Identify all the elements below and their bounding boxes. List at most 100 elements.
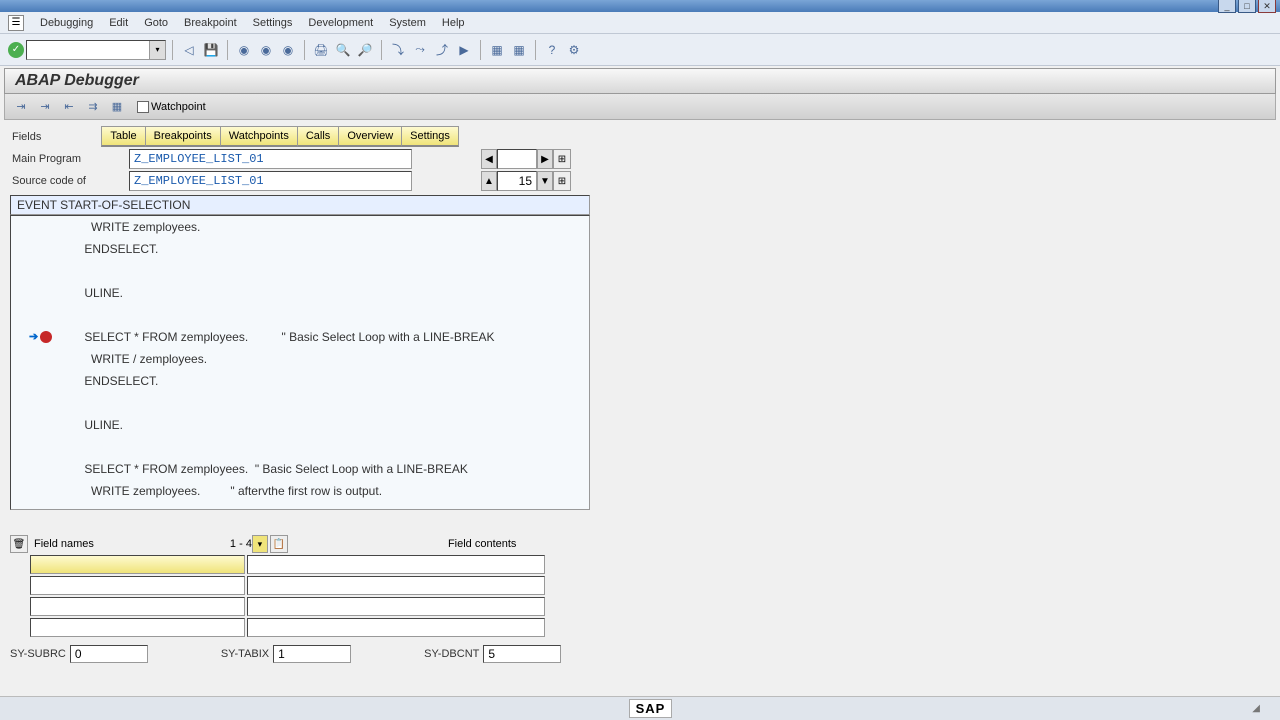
code-line[interactable]: [11, 304, 589, 326]
settings-icon[interactable]: ⚙: [564, 40, 584, 60]
sy-dbcnt-field[interactable]: [483, 645, 561, 663]
help-icon[interactable]: ?: [542, 40, 562, 60]
tab-table[interactable]: Table: [101, 126, 145, 147]
sy-tabix-label: SY-TABIX: [221, 648, 269, 660]
field-name-input[interactable]: [30, 576, 245, 595]
field-table: [30, 555, 1270, 639]
code-text: SELECT * FROM zemployees. " Basic Select…: [71, 458, 468, 480]
field-content-input[interactable]: [247, 555, 545, 574]
combo-arrow-icon[interactable]: ▾: [149, 41, 165, 59]
code-line[interactable]: SELECT * FROM zemployees. " Basic Select…: [11, 458, 589, 480]
menu-goto[interactable]: Goto: [136, 15, 176, 31]
tab-settings[interactable]: Settings: [402, 126, 459, 147]
code-line[interactable]: ULINE.: [11, 414, 589, 436]
field-content-input[interactable]: [247, 618, 545, 637]
menu-breakpoint[interactable]: Breakpoint: [176, 15, 245, 31]
step-return-icon[interactable]: ⇤: [59, 97, 79, 117]
step-execute-icon[interactable]: ⇥: [35, 97, 55, 117]
continue-icon[interactable]: ▶: [454, 40, 474, 60]
main-program-label: Main Program: [10, 153, 125, 165]
find-icon[interactable]: 🔍: [333, 40, 353, 60]
field-name-input[interactable]: [30, 555, 245, 574]
line-up-icon[interactable]: ▲: [481, 171, 497, 191]
nav-expand-icon[interactable]: ⊞: [553, 149, 571, 169]
code-line[interactable]: [11, 392, 589, 414]
print-icon[interactable]: 🖨: [311, 40, 331, 60]
step-out-icon[interactable]: ⤴: [432, 40, 452, 60]
nav-exit-icon[interactable]: ◉: [256, 40, 276, 60]
code-text: WRITE / zemployees.: [71, 348, 207, 370]
close-button[interactable]: ✕: [1258, 0, 1276, 13]
line-down-icon[interactable]: ▼: [537, 171, 553, 191]
find-next-icon[interactable]: 🔎: [355, 40, 375, 60]
command-combo[interactable]: ▾: [26, 40, 166, 60]
back-icon[interactable]: ◁: [179, 40, 199, 60]
nav-cancel-icon[interactable]: ◉: [278, 40, 298, 60]
main-program-field[interactable]: [129, 149, 412, 169]
menu-edit[interactable]: Edit: [101, 15, 136, 31]
code-area[interactable]: WRITE zemployees. ENDSELECT. ULINE. ➔ SEL…: [10, 215, 590, 510]
tab-watchpoints[interactable]: Watchpoints: [221, 126, 298, 147]
minimize-button[interactable]: _: [1218, 0, 1236, 13]
sy-subrc-label: SY-SUBRC: [10, 648, 66, 660]
code-line[interactable]: [11, 436, 589, 458]
code-line[interactable]: WRITE / zemployees.: [11, 348, 589, 370]
step-continue-icon[interactable]: ⇉: [83, 97, 103, 117]
titlebar: _ □ ✕: [0, 0, 1280, 12]
watchpoint-icon: [137, 101, 149, 113]
code-text: ULINE.: [71, 414, 123, 436]
line-field[interactable]: [497, 171, 537, 191]
menu-system[interactable]: System: [381, 15, 434, 31]
field-content-input[interactable]: [247, 576, 545, 595]
resize-corner-icon: ◢: [1252, 703, 1260, 714]
code-line[interactable]: [11, 260, 589, 282]
shortcut-icon[interactable]: ▦: [509, 40, 529, 60]
clipboard-icon[interactable]: 📋: [270, 535, 288, 553]
nav-next-icon[interactable]: ▶: [537, 149, 553, 169]
field-name-input[interactable]: [30, 597, 245, 616]
tabs-row: Fields Table Breakpoints Watchpoints Cal…: [10, 126, 1270, 147]
menu-development[interactable]: Development: [300, 15, 381, 31]
source-of-field[interactable]: [129, 171, 412, 191]
menubar: ☰ Debugging Edit Goto Breakpoint Setting…: [0, 12, 1280, 34]
line-config-icon[interactable]: ⊞: [553, 171, 571, 191]
delete-icon[interactable]: 🗑: [10, 535, 28, 553]
layout-icon[interactable]: ▦: [487, 40, 507, 60]
menu-system-icon[interactable]: ☰: [8, 15, 24, 31]
field-row: [30, 597, 1270, 618]
save-icon[interactable]: 💾: [201, 40, 221, 60]
table-icon[interactable]: ▦: [107, 97, 127, 117]
code-line[interactable]: WRITE zemployees.: [11, 216, 589, 238]
tab-calls[interactable]: Calls: [298, 126, 339, 147]
watchpoint-button[interactable]: Watchpoint: [131, 101, 212, 113]
code-line[interactable]: WRITE zemployees. " aftervthe first row …: [11, 480, 589, 502]
code-line[interactable]: ENDSELECT.: [11, 370, 589, 392]
sy-subrc-field[interactable]: [70, 645, 148, 663]
step-into-icon[interactable]: ⤵: [388, 40, 408, 60]
menu-help[interactable]: Help: [434, 15, 473, 31]
step-single-icon[interactable]: ⇥: [11, 97, 31, 117]
maximize-button[interactable]: □: [1238, 0, 1256, 13]
step-over-icon[interactable]: ⤳: [410, 40, 430, 60]
tab-overview[interactable]: Overview: [339, 126, 402, 147]
menu-settings[interactable]: Settings: [245, 15, 301, 31]
nav-prev-icon[interactable]: ◀: [481, 149, 497, 169]
tab-breakpoints[interactable]: Breakpoints: [146, 126, 221, 147]
field-name-input[interactable]: [30, 618, 245, 637]
sy-tabix-field[interactable]: [273, 645, 351, 663]
sub-toolbar: ⇥ ⇥ ⇤ ⇉ ▦ Watchpoint: [4, 94, 1276, 120]
code-text: WRITE zemployees. " aftervthe first row …: [71, 480, 382, 502]
event-header: EVENT START-OF-SELECTION: [10, 195, 590, 215]
field-content-input[interactable]: [247, 597, 545, 616]
code-line[interactable]: ULINE.: [11, 282, 589, 304]
menu-debugging[interactable]: Debugging: [32, 15, 101, 31]
watchpoint-label: Watchpoint: [151, 101, 206, 113]
code-line[interactable]: ➔ SELECT * FROM zemployees. " Basic Sele…: [11, 326, 589, 348]
nav-field[interactable]: [497, 149, 537, 169]
enter-icon[interactable]: ✓: [8, 42, 24, 58]
range-dropdown-icon[interactable]: ▾: [252, 535, 268, 553]
nav-back-icon[interactable]: ◉: [234, 40, 254, 60]
breakpoint-icon[interactable]: [40, 331, 52, 343]
code-line[interactable]: ENDSELECT.: [11, 238, 589, 260]
current-line-arrow-icon: ➔: [29, 326, 38, 348]
